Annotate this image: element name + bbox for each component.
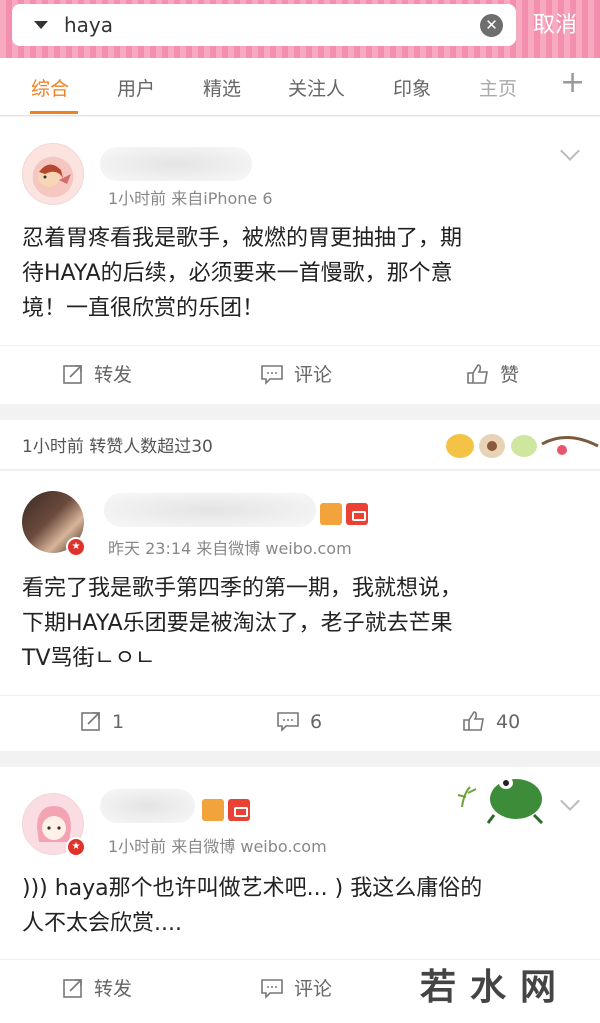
vip-badge-icon bbox=[320, 503, 342, 525]
tab-featured[interactable]: 精选 bbox=[203, 74, 241, 101]
dropdown-caret-icon[interactable] bbox=[34, 21, 48, 29]
comment-label: 评论 bbox=[294, 364, 333, 386]
repost-icon bbox=[63, 365, 82, 384]
tab-bar: 综合 用户 精选 关注人 印象 主页 bbox=[0, 58, 600, 116]
avatar[interactable] bbox=[22, 143, 84, 205]
post-text: 看完了我是歌手第四季的第一期，我就想说， 下期HAYA乐团要是被淘汰了，老子就去… bbox=[22, 571, 582, 676]
comment-button[interactable]: 评论 bbox=[260, 360, 332, 387]
post-actions: 1 6 40 bbox=[0, 695, 600, 751]
repost-button[interactable]: 转发 bbox=[62, 360, 132, 387]
post-meta: 昨天 23:14 来自微博 weibo.com bbox=[108, 539, 352, 558]
post-card: ★ 昨天 23:14 来自微博 weibo.com 看完了我是歌手第四季的第一期… bbox=[0, 471, 600, 751]
search-box[interactable]: haya ✕ bbox=[12, 4, 516, 46]
comment-button[interactable]: 评论 bbox=[260, 974, 332, 1001]
red-envelope-badge-icon bbox=[228, 799, 250, 821]
comment-icon bbox=[261, 365, 283, 385]
chevron-down-icon[interactable] bbox=[560, 791, 580, 811]
add-tab-icon[interactable]: + bbox=[560, 68, 585, 98]
red-envelope-badge-icon bbox=[346, 503, 368, 525]
comment-button[interactable]: 6 bbox=[276, 710, 322, 733]
repost-button[interactable]: 1 bbox=[80, 710, 124, 733]
verified-badge-icon: ★ bbox=[66, 537, 86, 557]
post-text-line: 下期HAYA乐团要是被淘汰了，老子就去芒果 bbox=[22, 611, 453, 636]
like-label: 赞 bbox=[500, 364, 520, 386]
comment-icon bbox=[261, 979, 283, 999]
like-button[interactable]: 40 bbox=[462, 710, 520, 733]
repost-label: 转发 bbox=[94, 978, 133, 1000]
frog-sticker-decoration-icon bbox=[457, 777, 544, 825]
post-card: 1小时前 来自iPhone 6 忍着胃疼看我是歌手，被燃的胃更抽抽了，期 待HA… bbox=[0, 117, 600, 404]
verified-badge-icon: ★ bbox=[66, 837, 86, 857]
comment-label: 评论 bbox=[294, 978, 333, 1000]
site-watermark: 若水网 bbox=[420, 967, 571, 1008]
post-text-line: 待HAYA的后续，必须要来一首慢歌，那个意 bbox=[22, 261, 453, 286]
search-header: haya ✕ 取消 bbox=[0, 0, 600, 58]
repost-summary-text: 1小时前 转赞人数超过30 bbox=[22, 437, 213, 457]
post-text-line: 人不太会欣赏.... bbox=[22, 911, 182, 936]
blurred-username[interactable] bbox=[100, 147, 252, 181]
blurred-username[interactable] bbox=[104, 493, 316, 527]
repost-summary-strip[interactable]: 1小时前 转赞人数超过30 bbox=[0, 420, 600, 470]
repost-button[interactable]: 转发 bbox=[62, 974, 132, 1001]
post-text-line: 看完了我是歌手第四季的第一期，我就想说， bbox=[22, 576, 463, 601]
search-input[interactable]: haya bbox=[64, 13, 113, 37]
blurred-username[interactable] bbox=[100, 789, 195, 823]
repost-icon bbox=[81, 712, 100, 731]
post-text-line: 忍着胃疼看我是歌手，被燃的胃更抽抽了，期 bbox=[22, 226, 463, 251]
active-tab-indicator bbox=[30, 111, 78, 114]
post-text-line: TV骂街ㄴㅇㄴ bbox=[22, 646, 156, 671]
tab-users[interactable]: 用户 bbox=[117, 74, 155, 101]
vip-badge-icon bbox=[202, 799, 224, 821]
tab-comprehensive[interactable]: 综合 bbox=[31, 74, 69, 101]
like-button[interactable]: 赞 bbox=[466, 360, 519, 387]
tab-following[interactable]: 关注人 bbox=[288, 74, 345, 101]
post-text-line: 境！一直很欣赏的乐团！ bbox=[22, 296, 265, 321]
cartoon-avatar-icon bbox=[38, 164, 71, 187]
post-text: ))) haya那个也许叫做艺术吧... ) 我这么庸俗的 人不太会欣赏.... bbox=[22, 871, 582, 941]
tab-homepage[interactable]: 主页 bbox=[479, 74, 517, 101]
clear-icon[interactable]: ✕ bbox=[480, 14, 503, 37]
like-count: 40 bbox=[496, 711, 521, 733]
thumbs-up-icon bbox=[467, 364, 488, 384]
post-text-line: ))) haya那个也许叫做艺术吧... ) 我这么庸俗的 bbox=[22, 876, 483, 901]
post-text: 忍着胃疼看我是歌手，被燃的胃更抽抽了，期 待HAYA的后续，必须要来一首慢歌，那… bbox=[22, 221, 582, 326]
thumbs-up-icon bbox=[463, 711, 484, 731]
tab-impression[interactable]: 印象 bbox=[393, 74, 431, 101]
comment-icon bbox=[277, 712, 299, 732]
chevron-down-icon[interactable] bbox=[560, 141, 580, 161]
post-meta: 1小时前 来自iPhone 6 bbox=[108, 189, 273, 208]
comment-count: 6 bbox=[310, 711, 323, 733]
repost-count: 1 bbox=[112, 711, 125, 733]
repost-label: 转发 bbox=[94, 364, 133, 386]
food-sticker-decoration-icon bbox=[446, 434, 599, 458]
cancel-button[interactable]: 取消 bbox=[533, 7, 577, 39]
post-meta: 1小时前 来自微博 weibo.com bbox=[108, 837, 327, 856]
post-actions: 转发 评论 赞 bbox=[0, 345, 600, 401]
repost-icon bbox=[63, 979, 82, 998]
